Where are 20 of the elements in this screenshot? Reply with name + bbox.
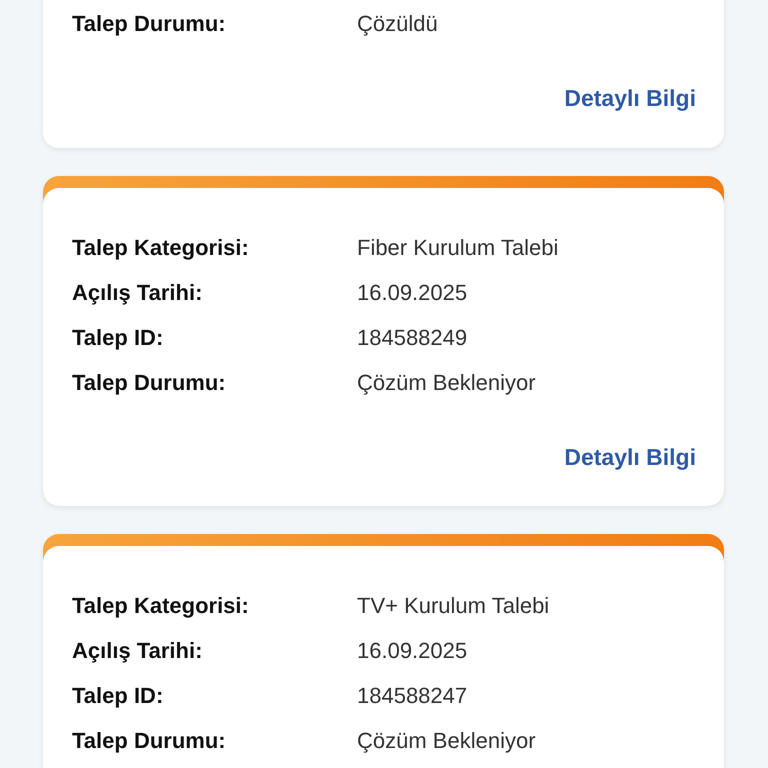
field-label: Talep ID: [72,324,164,352]
details-link[interactable]: Detaylı Bilgi [564,81,696,116]
field-value: 16.09.2025 [357,278,468,306]
field-value: Çözüm Bekleniyor [357,727,536,755]
field-value: 184588249 [357,324,468,352]
field-value: Çözüldü [357,10,438,38]
field-label: Açılış Tarihi: [72,278,204,307]
field-value: Çözüm Bekleniyor [357,368,536,397]
field-label: Talep ID: [72,682,164,710]
field-label: Talep Kategorisi: [72,234,250,262]
field-label: Talep Durumu: [72,727,227,755]
field-label: Açılış Tarihi: [72,637,204,665]
field-value: 16.09.2025 [357,637,468,665]
field-value: Fiber Kurulum Talebi [357,234,558,262]
field-value: 184588247 [357,682,468,710]
field-label: Talep Durumu: [72,368,227,397]
field-label: Talep Kategorisi: [72,592,250,620]
details-link[interactable]: Detaylı Bilgi [564,440,696,474]
field-value: TV+ Kurulum Talebi [357,592,550,620]
field-label: Talep Durumu: [72,10,227,38]
